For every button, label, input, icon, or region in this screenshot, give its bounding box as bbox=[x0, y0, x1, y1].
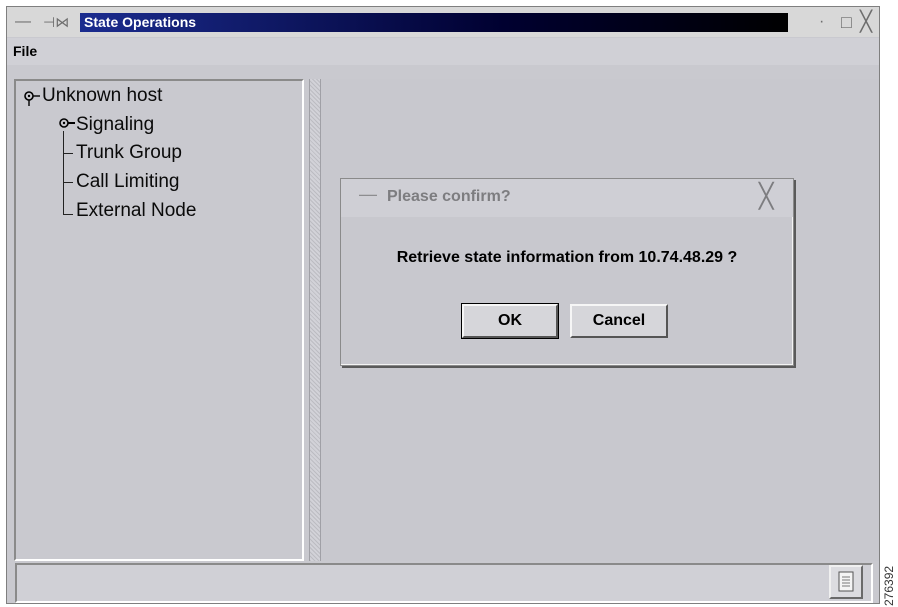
status-bar bbox=[15, 563, 873, 603]
confirm-dialog: — Please confirm? ╳ Retrieve state infor… bbox=[340, 178, 794, 366]
tree-connector bbox=[63, 214, 73, 215]
status-button[interactable] bbox=[829, 565, 863, 599]
dialog-title-bar[interactable]: — Please confirm? ╳ bbox=[341, 179, 793, 217]
minimize-icon[interactable]: · bbox=[819, 7, 824, 37]
dialog-menu-icon[interactable]: — bbox=[359, 184, 377, 205]
tree-item-trunk-group[interactable]: Trunk Group bbox=[76, 142, 182, 164]
cancel-button[interactable]: Cancel bbox=[570, 304, 668, 338]
tree-connector bbox=[63, 131, 64, 215]
tree-node-icon[interactable] bbox=[58, 117, 76, 131]
dialog-close-icon[interactable]: ╳ bbox=[759, 182, 773, 211]
tree-panel: Unknown host Signaling Trunk Group Call … bbox=[14, 79, 304, 561]
window-title: State Operations bbox=[80, 13, 788, 32]
menu-bar: File bbox=[7, 38, 879, 65]
ok-button[interactable]: OK bbox=[461, 303, 559, 339]
maximize-icon[interactable]: □ bbox=[841, 7, 852, 37]
tree-connector bbox=[63, 153, 73, 154]
pin-icon[interactable]: ⊣⋈ bbox=[43, 7, 69, 37]
figure-number: 276392 bbox=[882, 565, 896, 606]
tree-root-label[interactable]: Unknown host bbox=[42, 85, 162, 107]
tree-item-external-node[interactable]: External Node bbox=[76, 200, 196, 222]
menu-file[interactable]: File bbox=[13, 43, 37, 59]
split-pane-divider[interactable] bbox=[309, 79, 321, 561]
tree-item-signaling[interactable]: Signaling bbox=[76, 114, 154, 136]
dialog-message: Retrieve state information from 10.74.48… bbox=[396, 249, 738, 266]
dialog-title: Please confirm? bbox=[387, 188, 511, 205]
title-bar[interactable]: — ⊣⋈ State Operations · □ ╳ bbox=[7, 7, 879, 37]
tree-connector bbox=[63, 182, 73, 183]
window-menu-icon[interactable]: — bbox=[15, 7, 31, 37]
document-icon bbox=[838, 571, 854, 592]
tree-node-icon[interactable] bbox=[23, 90, 41, 106]
tree-item-call-limiting[interactable]: Call Limiting bbox=[76, 171, 179, 193]
close-icon[interactable]: ╳ bbox=[860, 7, 872, 37]
